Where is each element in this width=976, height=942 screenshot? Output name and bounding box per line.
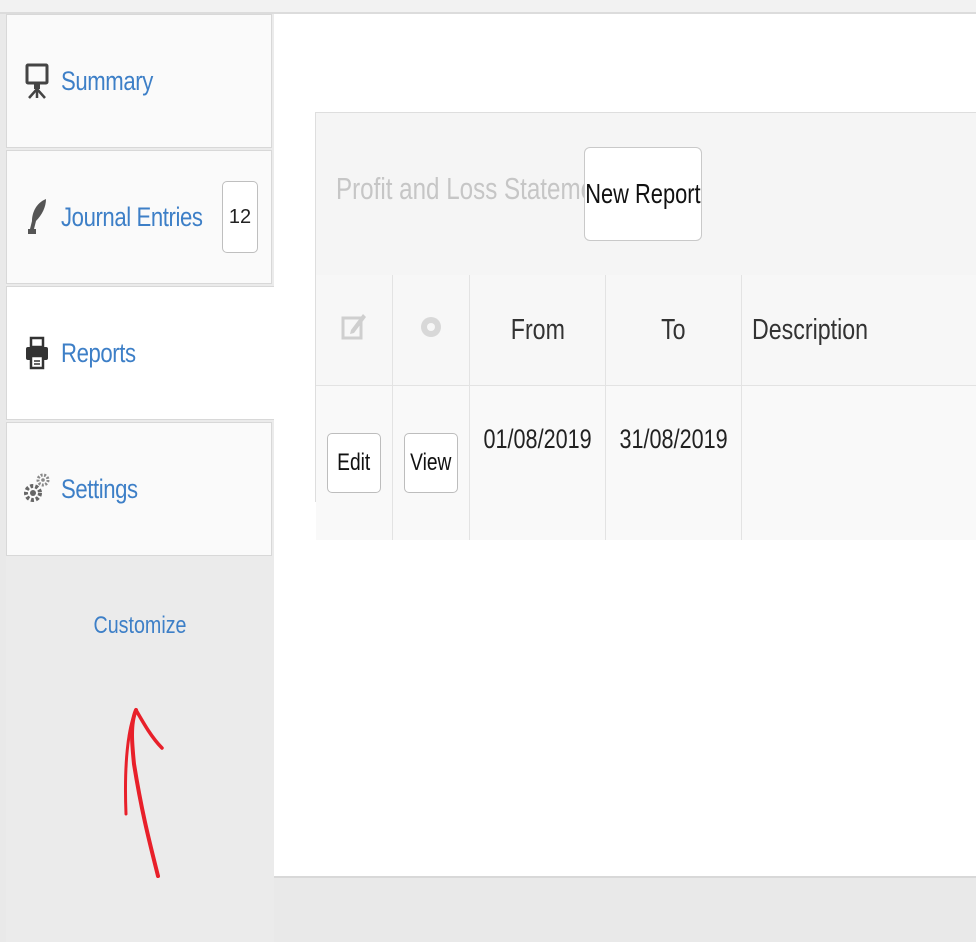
sidebar-item-reports[interactable]: Reports (6, 286, 276, 420)
annotation-arrow-icon (123, 708, 164, 878)
sidebar-item-label: Journal Entries (61, 201, 203, 232)
sidebar-item-label: Settings (61, 473, 138, 504)
cell-to-date: 31/08/2019 (605, 385, 743, 540)
view-button[interactable]: View (404, 433, 458, 493)
presentation-easel-icon (23, 63, 51, 99)
sidebar-item-label: Summary (61, 65, 153, 96)
panel-title: Profit and Loss Statement (336, 171, 615, 206)
cell-from-date: 01/08/2019 (469, 385, 607, 540)
header-from: From (469, 275, 607, 386)
new-report-button[interactable]: New Report (584, 147, 702, 241)
sidebar-item-journal-entries[interactable]: Journal Entries 12 (6, 150, 272, 284)
quill-pen-icon (23, 199, 51, 235)
view-icon (421, 316, 441, 337)
sidebar-item-label: Reports (61, 337, 136, 368)
table-header-row: From To Description (316, 275, 976, 386)
header-edit (316, 275, 393, 386)
cell-edit: Edit (316, 385, 393, 540)
main-content: Profit and Loss Statement New Report Fro… (274, 14, 976, 878)
edit-button[interactable]: Edit (327, 433, 381, 493)
sidebar-item-settings[interactable]: Settings (6, 422, 272, 556)
header-description: Description (741, 275, 976, 386)
report-panel: Profit and Loss Statement New Report Fro… (315, 112, 976, 540)
header-view (392, 275, 470, 386)
table-row: Edit View 01/08/2019 31/08/2019 (316, 385, 976, 540)
panel-header: Profit and Loss Statement New Report (316, 113, 976, 276)
cell-view: View (392, 385, 470, 540)
journal-entries-count-badge: 12 (222, 181, 258, 253)
header-to: To (605, 275, 743, 386)
top-bar (0, 0, 976, 14)
reports-table: From To Description Edit View 01/08/2019… (316, 275, 976, 540)
gears-icon (23, 471, 51, 507)
customize-link[interactable]: Customize (30, 612, 250, 640)
sidebar-item-summary[interactable]: Summary (6, 14, 272, 148)
printer-icon (23, 335, 51, 371)
cell-description (741, 385, 976, 540)
new-report-label: New Report (585, 178, 701, 209)
sidebar: Summary Journal Entries 12 Reports Setti… (6, 14, 276, 942)
edit-icon (341, 314, 366, 340)
